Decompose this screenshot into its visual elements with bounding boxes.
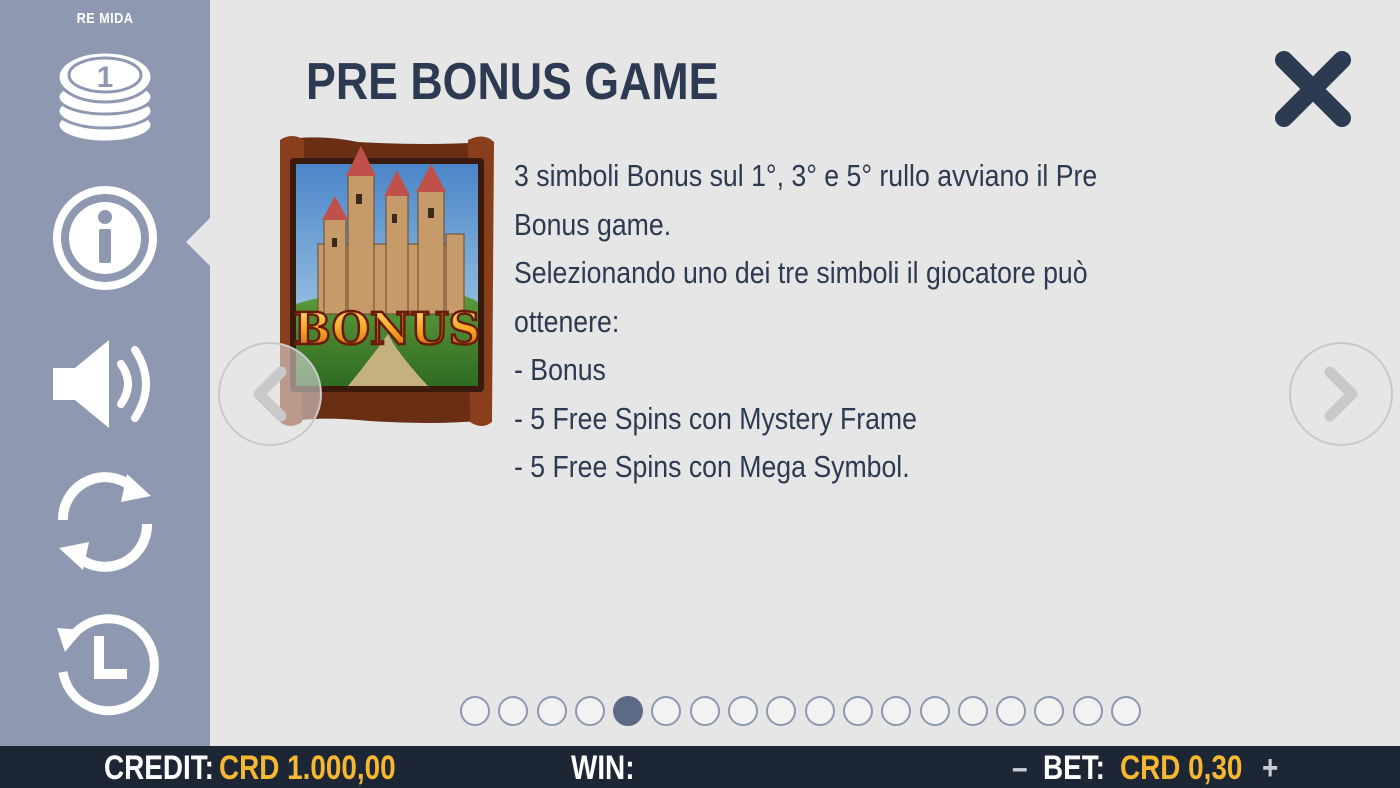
- bet-increase-button[interactable]: +: [1262, 748, 1278, 788]
- description-line: - Bonus: [514, 352, 606, 387]
- next-page-button[interactable]: [1289, 342, 1393, 446]
- previous-page-button[interactable]: [218, 342, 322, 446]
- active-tab-pointer: [186, 216, 212, 268]
- info-button[interactable]: [45, 178, 165, 298]
- bonus-symbol-label: BONUS: [294, 304, 481, 355]
- paytable-button[interactable]: 1: [45, 36, 165, 156]
- page-dot[interactable]: [460, 696, 490, 726]
- sidebar: RE MIDA 1: [0, 0, 210, 746]
- description-line: 3 simboli Bonus sul 1°, 3° e 5° rullo av…: [514, 158, 1098, 242]
- page-dot[interactable]: [651, 696, 682, 726]
- clock-icon: [57, 614, 159, 716]
- chevron-right-icon: [1324, 366, 1358, 422]
- credit-label: CREDIT:: [104, 749, 214, 787]
- page-dot[interactable]: [842, 696, 873, 726]
- page-title: PRE BONUS GAME: [306, 53, 719, 111]
- speaker-icon: [53, 340, 150, 428]
- bottom-status-bar: CREDIT: CRD 1.000,00 WIN: – BET: CRD 0,3…: [0, 746, 1400, 788]
- close-icon: [1275, 51, 1351, 127]
- page-dot[interactable]: [1034, 696, 1065, 726]
- coin-label: 1: [97, 61, 114, 94]
- page-description: 3 simboli Bonus sul 1°, 3° e 5° rullo av…: [514, 152, 1254, 492]
- close-button[interactable]: [1272, 50, 1354, 128]
- credit-value: CRD 1.000,00: [219, 749, 396, 787]
- description-line: - 5 Free Spins con Mega Symbol.: [514, 449, 910, 484]
- sound-button[interactable]: [45, 324, 165, 444]
- history-button[interactable]: [45, 604, 165, 724]
- chevron-left-icon: [253, 366, 287, 422]
- bet-label: BET:: [1043, 749, 1105, 787]
- refresh-icon: [57, 472, 153, 572]
- autoplay-button[interactable]: [45, 462, 165, 582]
- page-dot[interactable]: [1072, 696, 1103, 726]
- page-dot[interactable]: [498, 696, 529, 726]
- page-dot[interactable]: [996, 696, 1027, 726]
- page-dot[interactable]: [1111, 696, 1142, 726]
- description-line: - 5 Free Spins con Mystery Frame: [514, 400, 917, 436]
- page-dot[interactable]: [957, 696, 988, 726]
- pagination-dots: [460, 696, 1142, 728]
- page-dot[interactable]: [574, 696, 605, 726]
- page-dot[interactable]: [689, 696, 720, 726]
- page-dot[interactable]: [919, 696, 950, 726]
- page-dot[interactable]: [766, 696, 797, 726]
- game-title: RE MIDA: [76, 10, 134, 27]
- bet-decrease-button[interactable]: –: [1012, 748, 1028, 788]
- page-dot[interactable]: [728, 696, 759, 726]
- coin-stack-icon: 1: [56, 50, 154, 144]
- win-label: WIN:: [571, 749, 635, 787]
- page-dot[interactable]: [804, 696, 835, 726]
- page-dot-active[interactable]: [613, 696, 644, 726]
- page-dot[interactable]: [536, 696, 567, 726]
- bet-value: CRD 0,30: [1120, 749, 1243, 787]
- info-icon: [53, 186, 157, 290]
- page-dot[interactable]: [881, 696, 912, 726]
- description-line: Selezionando uno dei tre simboli il gioc…: [514, 255, 1088, 339]
